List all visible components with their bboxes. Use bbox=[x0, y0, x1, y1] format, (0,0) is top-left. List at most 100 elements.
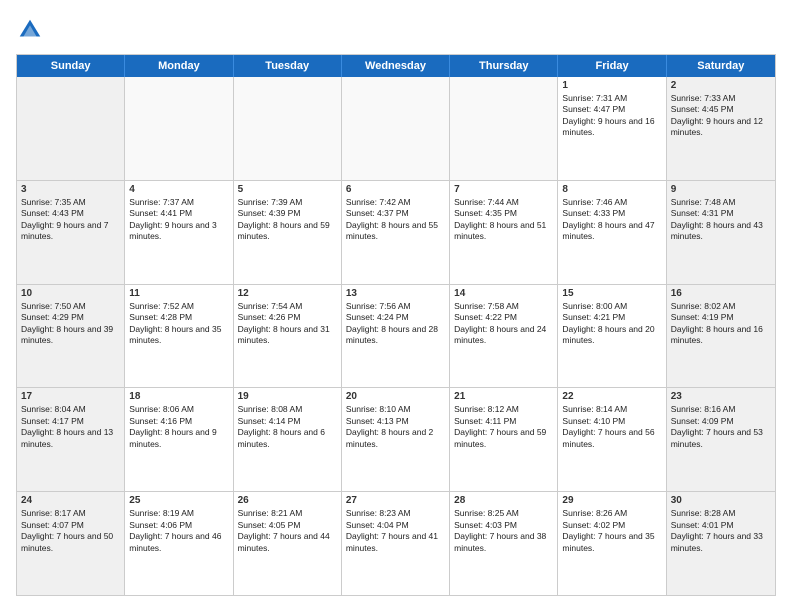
day-info: Sunrise: 8:08 AM Sunset: 4:14 PM Dayligh… bbox=[238, 404, 337, 450]
day-info: Sunrise: 8:26 AM Sunset: 4:02 PM Dayligh… bbox=[562, 508, 661, 554]
calendar-cell-r1c2: 5Sunrise: 7:39 AM Sunset: 4:39 PM Daylig… bbox=[234, 181, 342, 284]
calendar-cell-r2c3: 13 Sunrise: 7:56 AM Sunset: 4:24 PM Dayli… bbox=[342, 285, 450, 388]
day-info: Sunrise: 7:52 AM Sunset: 4:28 PM Dayligh… bbox=[129, 301, 228, 347]
day-info: Sunrise: 7:44 AM Sunset: 4:35 PM Dayligh… bbox=[454, 197, 553, 243]
header-day-thursday: Thursday bbox=[450, 55, 558, 77]
calendar-cell-r1c4: 7 Sunrise: 7:44 AM Sunset: 4:35 PM Daylig… bbox=[450, 181, 558, 284]
day-number: 25 bbox=[129, 495, 228, 506]
day-number: 1 bbox=[562, 80, 661, 91]
day-number: 16 bbox=[671, 288, 771, 299]
calendar-cell-r2c0: 10Sunrise: 7:50 AM Sunset: 4:29 PM Dayli… bbox=[17, 285, 125, 388]
day-number: 15 bbox=[562, 288, 661, 299]
calendar-cell-r4c5: 29Sunrise: 8:26 AM Sunset: 4:02 PM Dayli… bbox=[558, 492, 666, 595]
calendar-cell-r4c4: 28Sunrise: 8:25 AM Sunset: 4:03 PM Dayli… bbox=[450, 492, 558, 595]
calendar-cell-r1c3: 6 Sunrise: 7:42 AM Sunset: 4:37 PM Daylig… bbox=[342, 181, 450, 284]
day-number: 22 bbox=[562, 391, 661, 402]
day-info: Sunrise: 7:37 AM Sunset: 4:41 PM Dayligh… bbox=[129, 197, 228, 243]
calendar-cell-r3c1: 18 Sunrise: 8:06 AM Sunset: 4:16 PM Dayli… bbox=[125, 388, 233, 491]
day-info: Sunrise: 7:42 AM Sunset: 4:37 PM Dayligh… bbox=[346, 197, 445, 243]
calendar-cell-r0c0 bbox=[17, 77, 125, 180]
day-number: 23 bbox=[671, 391, 771, 402]
day-number: 10 bbox=[21, 288, 120, 299]
calendar: SundayMondayTuesdayWednesdayThursdayFrid… bbox=[16, 54, 776, 596]
day-info: Sunrise: 8:06 AM Sunset: 4:16 PM Dayligh… bbox=[129, 404, 228, 450]
calendar-cell-r4c0: 24 Sunrise: 8:17 AM Sunset: 4:07 PM Dayli… bbox=[17, 492, 125, 595]
calendar-cell-r2c4: 14 Sunrise: 7:58 AM Sunset: 4:22 PM Dayli… bbox=[450, 285, 558, 388]
day-info: Sunrise: 8:14 AM Sunset: 4:10 PM Dayligh… bbox=[562, 404, 661, 450]
day-info: Sunrise: 8:12 AM Sunset: 4:11 PM Dayligh… bbox=[454, 404, 553, 450]
header-day-wednesday: Wednesday bbox=[342, 55, 450, 77]
day-info: Sunrise: 7:31 AM Sunset: 4:47 PM Dayligh… bbox=[562, 93, 661, 139]
calendar-cell-r3c5: 22 Sunrise: 8:14 AM Sunset: 4:10 PM Dayli… bbox=[558, 388, 666, 491]
calendar-row-4: 24 Sunrise: 8:17 AM Sunset: 4:07 PM Dayli… bbox=[17, 491, 775, 595]
day-info: Sunrise: 8:25 AM Sunset: 4:03 PM Dayligh… bbox=[454, 508, 553, 554]
calendar-cell-r3c3: 20 Sunrise: 8:10 AM Sunset: 4:13 PM Dayli… bbox=[342, 388, 450, 491]
calendar-cell-r1c5: 8 Sunrise: 7:46 AM Sunset: 4:33 PM Daylig… bbox=[558, 181, 666, 284]
calendar-cell-r4c2: 26Sunrise: 8:21 AM Sunset: 4:05 PM Dayli… bbox=[234, 492, 342, 595]
day-info: Sunrise: 8:00 AM Sunset: 4:21 PM Dayligh… bbox=[562, 301, 661, 347]
day-info: Sunrise: 8:16 AM Sunset: 4:09 PM Dayligh… bbox=[671, 404, 771, 450]
day-info: Sunrise: 7:54 AM Sunset: 4:26 PM Dayligh… bbox=[238, 301, 337, 347]
day-info: Sunrise: 8:28 AM Sunset: 4:01 PM Dayligh… bbox=[671, 508, 771, 554]
day-number: 30 bbox=[671, 495, 771, 506]
day-number: 2 bbox=[671, 80, 771, 91]
calendar-cell-r3c0: 17Sunrise: 8:04 AM Sunset: 4:17 PM Dayli… bbox=[17, 388, 125, 491]
day-info: Sunrise: 8:02 AM Sunset: 4:19 PM Dayligh… bbox=[671, 301, 771, 347]
calendar-cell-r2c6: 16 Sunrise: 8:02 AM Sunset: 4:19 PM Dayli… bbox=[667, 285, 775, 388]
calendar-cell-r3c4: 21 Sunrise: 8:12 AM Sunset: 4:11 PM Dayli… bbox=[450, 388, 558, 491]
day-number: 8 bbox=[562, 184, 661, 195]
day-number: 13 bbox=[346, 288, 445, 299]
calendar-cell-r0c6: 2 Sunrise: 7:33 AM Sunset: 4:45 PM Daylig… bbox=[667, 77, 775, 180]
page: SundayMondayTuesdayWednesdayThursdayFrid… bbox=[0, 0, 792, 612]
calendar-row-0: 1 Sunrise: 7:31 AM Sunset: 4:47 PM Daylig… bbox=[17, 77, 775, 180]
day-number: 19 bbox=[238, 391, 337, 402]
day-number: 4 bbox=[129, 184, 228, 195]
header-day-sunday: Sunday bbox=[17, 55, 125, 77]
day-number: 14 bbox=[454, 288, 553, 299]
day-info: Sunrise: 7:35 AM Sunset: 4:43 PM Dayligh… bbox=[21, 197, 120, 243]
day-number: 12 bbox=[238, 288, 337, 299]
day-number: 24 bbox=[21, 495, 120, 506]
day-info: Sunrise: 8:10 AM Sunset: 4:13 PM Dayligh… bbox=[346, 404, 445, 450]
calendar-cell-r1c6: 9 Sunrise: 7:48 AM Sunset: 4:31 PM Daylig… bbox=[667, 181, 775, 284]
day-info: Sunrise: 7:58 AM Sunset: 4:22 PM Dayligh… bbox=[454, 301, 553, 347]
calendar-cell-r0c5: 1 Sunrise: 7:31 AM Sunset: 4:47 PM Daylig… bbox=[558, 77, 666, 180]
day-number: 3 bbox=[21, 184, 120, 195]
day-info: Sunrise: 8:04 AM Sunset: 4:17 PM Dayligh… bbox=[21, 404, 120, 450]
calendar-row-3: 17Sunrise: 8:04 AM Sunset: 4:17 PM Dayli… bbox=[17, 387, 775, 491]
calendar-cell-r3c2: 19 Sunrise: 8:08 AM Sunset: 4:14 PM Dayli… bbox=[234, 388, 342, 491]
calendar-cell-r0c3 bbox=[342, 77, 450, 180]
calendar-cell-r4c6: 30 Sunrise: 8:28 AM Sunset: 4:01 PM Dayli… bbox=[667, 492, 775, 595]
day-info: Sunrise: 8:17 AM Sunset: 4:07 PM Dayligh… bbox=[21, 508, 120, 554]
calendar-body: 1 Sunrise: 7:31 AM Sunset: 4:47 PM Daylig… bbox=[17, 77, 775, 595]
header bbox=[16, 16, 776, 44]
calendar-cell-r4c3: 27Sunrise: 8:23 AM Sunset: 4:04 PM Dayli… bbox=[342, 492, 450, 595]
calendar-cell-r0c4 bbox=[450, 77, 558, 180]
calendar-cell-r2c1: 11 Sunrise: 7:52 AM Sunset: 4:28 PM Dayli… bbox=[125, 285, 233, 388]
day-info: Sunrise: 7:56 AM Sunset: 4:24 PM Dayligh… bbox=[346, 301, 445, 347]
day-info: Sunrise: 7:48 AM Sunset: 4:31 PM Dayligh… bbox=[671, 197, 771, 243]
day-number: 9 bbox=[671, 184, 771, 195]
day-number: 18 bbox=[129, 391, 228, 402]
day-info: Sunrise: 8:21 AM Sunset: 4:05 PM Dayligh… bbox=[238, 508, 337, 554]
calendar-row-1: 3 Sunrise: 7:35 AM Sunset: 4:43 PM Daylig… bbox=[17, 180, 775, 284]
day-number: 7 bbox=[454, 184, 553, 195]
calendar-cell-r1c0: 3 Sunrise: 7:35 AM Sunset: 4:43 PM Daylig… bbox=[17, 181, 125, 284]
calendar-header: SundayMondayTuesdayWednesdayThursdayFrid… bbox=[17, 55, 775, 77]
day-info: Sunrise: 8:23 AM Sunset: 4:04 PM Dayligh… bbox=[346, 508, 445, 554]
calendar-cell-r2c2: 12 Sunrise: 7:54 AM Sunset: 4:26 PM Dayli… bbox=[234, 285, 342, 388]
day-info: Sunrise: 7:46 AM Sunset: 4:33 PM Dayligh… bbox=[562, 197, 661, 243]
calendar-cell-r0c1 bbox=[125, 77, 233, 180]
header-day-saturday: Saturday bbox=[667, 55, 775, 77]
calendar-cell-r4c1: 25 Sunrise: 8:19 AM Sunset: 4:06 PM Dayli… bbox=[125, 492, 233, 595]
day-number: 20 bbox=[346, 391, 445, 402]
day-number: 21 bbox=[454, 391, 553, 402]
day-number: 6 bbox=[346, 184, 445, 195]
calendar-cell-r3c6: 23 Sunrise: 8:16 AM Sunset: 4:09 PM Dayli… bbox=[667, 388, 775, 491]
day-number: 11 bbox=[129, 288, 228, 299]
day-info: Sunrise: 8:19 AM Sunset: 4:06 PM Dayligh… bbox=[129, 508, 228, 554]
header-day-monday: Monday bbox=[125, 55, 233, 77]
day-info: Sunrise: 7:33 AM Sunset: 4:45 PM Dayligh… bbox=[671, 93, 771, 139]
header-day-friday: Friday bbox=[558, 55, 666, 77]
calendar-cell-r0c2 bbox=[234, 77, 342, 180]
